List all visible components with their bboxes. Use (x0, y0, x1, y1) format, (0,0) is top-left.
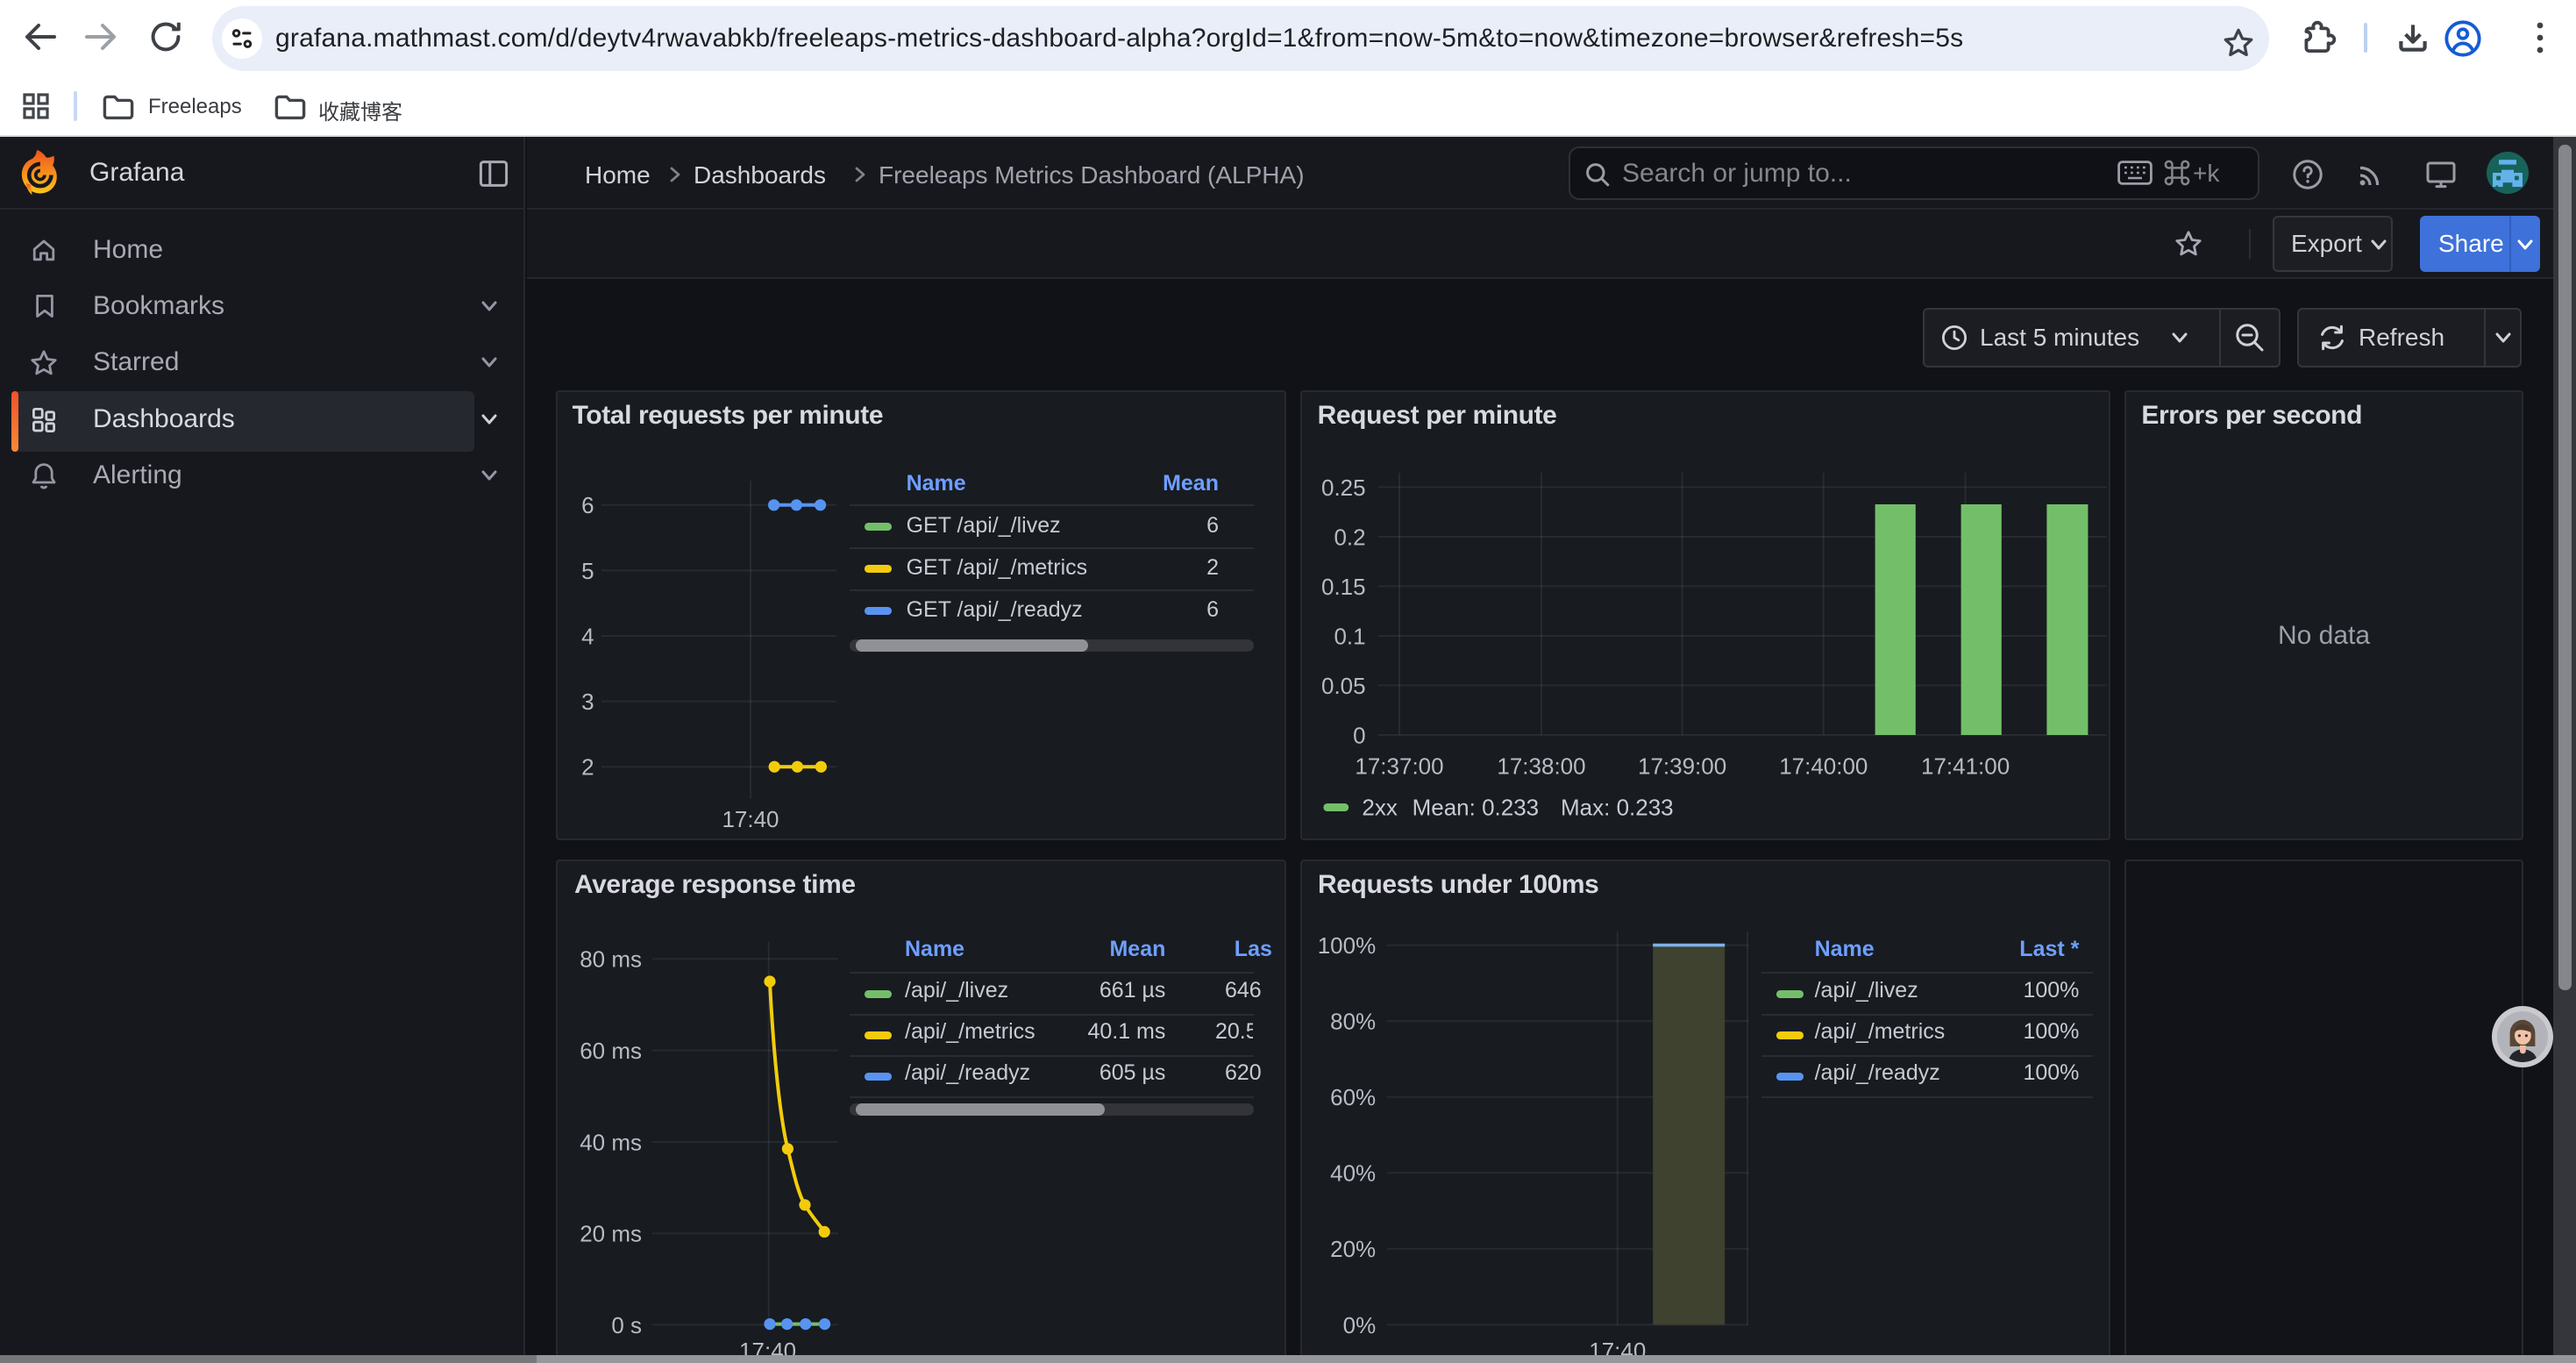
svg-text:Max: 0.233: Max: 0.233 (1561, 795, 1674, 821)
svg-text:0.05: 0.05 (1321, 673, 1366, 699)
svg-text:17:40:00: 17:40:00 (1779, 753, 1868, 779)
svg-text:0.1: 0.1 (1334, 623, 1365, 649)
svg-text:6: 6 (581, 492, 594, 518)
svg-text:60 ms: 60 ms (580, 1038, 642, 1064)
svg-text:2xx: 2xx (1362, 795, 1397, 821)
svg-text:17:41:00: 17:41:00 (1921, 753, 2010, 779)
svg-text:0.25: 0.25 (1321, 475, 1366, 501)
svg-text:60%: 60% (1330, 1084, 1376, 1110)
svg-text:0 s: 0 s (611, 1312, 642, 1338)
svg-text:17:38:00: 17:38:00 (1497, 753, 1585, 779)
svg-text:17:40: 17:40 (722, 806, 779, 832)
svg-text:20 ms: 20 ms (580, 1221, 642, 1247)
svg-text:20%: 20% (1330, 1236, 1376, 1262)
svg-text:3: 3 (581, 689, 594, 715)
svg-text:40 ms: 40 ms (580, 1129, 642, 1155)
svg-text:17:37:00: 17:37:00 (1355, 753, 1443, 779)
svg-text:0%: 0% (1343, 1312, 1377, 1338)
svg-text:0.2: 0.2 (1334, 524, 1365, 550)
svg-text:100%: 100% (1318, 932, 1377, 959)
svg-text:80%: 80% (1330, 1009, 1376, 1035)
svg-text:0: 0 (1353, 722, 1365, 748)
svg-text:40%: 40% (1330, 1160, 1376, 1187)
svg-text:17:39:00: 17:39:00 (1638, 753, 1726, 779)
svg-text:Mean: 0.233: Mean: 0.233 (1413, 795, 1540, 821)
svg-text:80 ms: 80 ms (580, 946, 642, 973)
svg-text:5: 5 (581, 558, 594, 584)
svg-text:4: 4 (581, 623, 594, 649)
svg-text:2: 2 (581, 754, 594, 781)
svg-text:0.15: 0.15 (1321, 574, 1366, 600)
